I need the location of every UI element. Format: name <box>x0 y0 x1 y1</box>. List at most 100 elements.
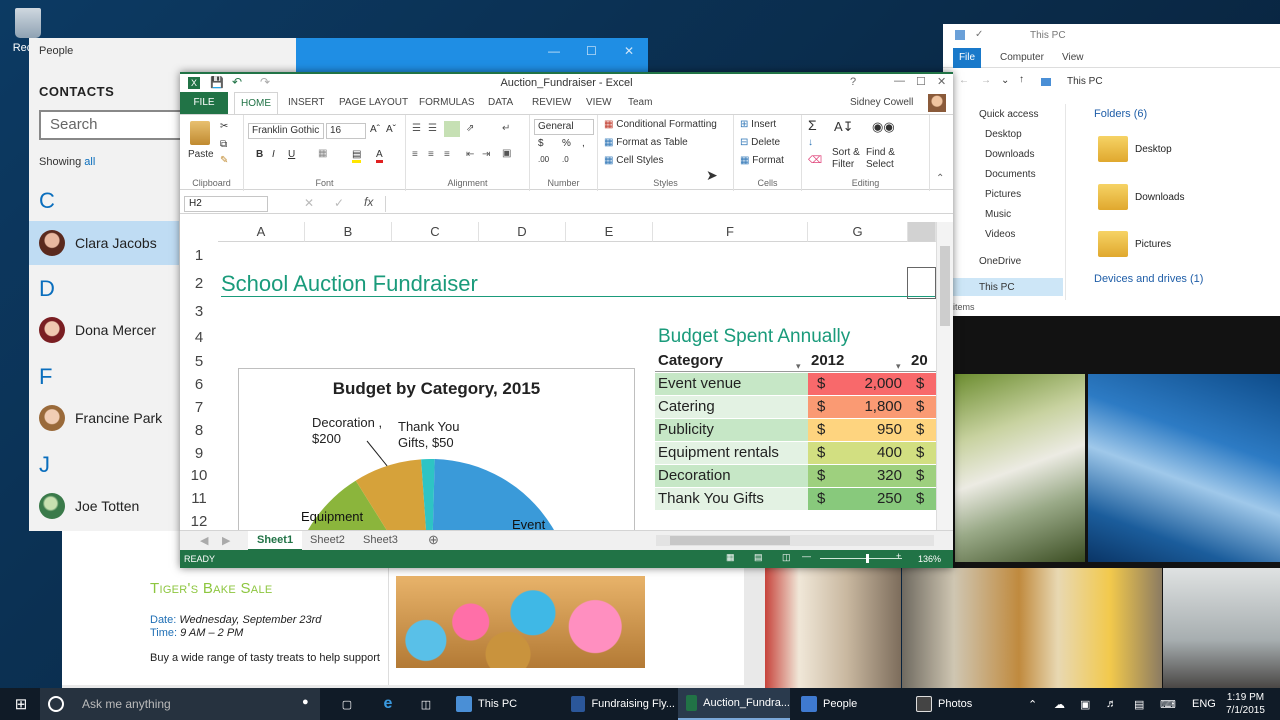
conditional-formatting-button[interactable]: ▦ Conditional Formatting <box>604 119 717 130</box>
align-center-icon[interactable]: ≡ <box>428 149 434 160</box>
sheet-tab-1[interactable]: Sheet1 <box>248 531 303 551</box>
user-name[interactable]: Sidney Cowell <box>850 97 913 108</box>
row-header[interactable]: 4 <box>180 326 218 349</box>
zoom-in-icon[interactable]: + <box>896 551 901 561</box>
forward-icon[interactable]: → <box>981 75 991 86</box>
table-cell-amount[interactable]: 2,000 <box>808 373 902 395</box>
folder-pictures[interactable]: Pictures <box>1135 239 1171 250</box>
taskbar-app-word[interactable]: Fundraising Fly... <box>563 688 675 720</box>
row-header[interactable]: 9 <box>180 442 218 465</box>
table-cell-amount[interactable]: 320 <box>808 465 902 487</box>
binoculars-icon[interactable]: ◉◉ <box>872 119 895 135</box>
nav-this-pc[interactable]: This PC <box>953 278 1063 296</box>
save-icon[interactable]: ✓ <box>975 29 983 40</box>
photos-window[interactable] <box>765 316 1280 688</box>
row-header[interactable]: 10 <box>180 464 218 487</box>
row-header[interactable]: 12 <box>180 510 218 532</box>
column-header-d[interactable]: D <box>479 222 566 242</box>
nav-quick-access[interactable]: Quick access <box>979 109 1038 120</box>
number-format-select[interactable]: General <box>534 119 594 135</box>
table-cell-amount[interactable]: 400 <box>808 442 902 464</box>
task-view-icon[interactable]: ▢ <box>338 688 356 720</box>
column-header-b[interactable]: B <box>305 222 392 242</box>
contact-francine-park[interactable]: Francine Park <box>29 396 179 440</box>
devices-header[interactable]: Devices and drives (1) <box>1094 273 1203 285</box>
shrink-font-icon[interactable]: Aˇ <box>386 124 396 135</box>
clear-icon[interactable]: ⌫ <box>808 155 822 166</box>
paste-icon[interactable] <box>190 121 210 145</box>
select-label[interactable]: Select <box>866 159 894 170</box>
show-hidden-icons-chevron-icon[interactable]: ⌃ <box>1028 688 1037 720</box>
increase-indent-icon[interactable]: ⇥ <box>482 149 490 160</box>
row-header[interactable]: 2 <box>180 272 218 295</box>
zoom-slider-thumb[interactable] <box>866 554 869 563</box>
find-label[interactable]: Find & <box>866 147 895 158</box>
filter-label[interactable]: Filter <box>832 159 854 170</box>
page-layout-view-icon[interactable]: ▤ <box>754 552 763 563</box>
comma-icon[interactable]: , <box>582 138 585 149</box>
underline-icon[interactable]: U <box>288 149 295 160</box>
format-as-table-button[interactable]: ▦ Format as Table <box>604 137 688 148</box>
vertical-scrollbar[interactable] <box>936 222 953 530</box>
table-cell-category[interactable]: Catering <box>655 396 808 418</box>
scrollbar-thumb[interactable] <box>940 246 950 326</box>
taskbar-app-people[interactable]: People <box>793 688 905 720</box>
table-header-next[interactable]: 20 <box>908 350 936 372</box>
tab-file[interactable]: File <box>953 48 981 68</box>
table-cell-next[interactable]: $ <box>908 373 936 395</box>
action-center-icon[interactable]: ▤ <box>1134 688 1144 720</box>
row-header[interactable]: 5 <box>180 350 218 373</box>
row-header[interactable]: 6 <box>180 373 218 396</box>
normal-view-icon[interactable]: ▦ <box>726 552 735 563</box>
insert-cells-button[interactable]: ⊞ Insert <box>740 119 776 130</box>
table-cell-next[interactable]: $ <box>908 465 936 487</box>
taskbar-app-this-pc[interactable]: This PC <box>448 688 560 720</box>
back-icon[interactable]: ← <box>959 75 969 86</box>
pie-slice-event[interactable] <box>431 459 573 532</box>
cancel-formula-icon[interactable]: ✕ <box>304 196 314 210</box>
fill-color-icon[interactable]: ▤ <box>352 149 362 163</box>
table-header-category[interactable]: Category <box>655 350 808 372</box>
sort-label[interactable]: Sort & <box>832 147 860 158</box>
onedrive-tray-icon[interactable]: ☁ <box>1054 688 1065 720</box>
avatar[interactable] <box>928 94 946 112</box>
bottom-align-icon[interactable] <box>444 121 460 137</box>
network-icon[interactable]: ▣ <box>1080 688 1090 720</box>
table-cell-amount[interactable]: 1,800 <box>808 396 902 418</box>
decrease-decimal-icon[interactable]: .0 <box>562 155 569 164</box>
taskbar-app-excel[interactable]: Auction_Fundra... <box>678 688 790 720</box>
decrease-indent-icon[interactable]: ⇤ <box>466 149 474 160</box>
history-chevron-icon[interactable]: ⌄ <box>1001 75 1009 86</box>
tab-view[interactable]: VIEW <box>586 97 612 108</box>
copy-icon[interactable]: ⧉ <box>220 139 227 150</box>
percent-icon[interactable]: % <box>562 138 571 149</box>
zoom-out-icon[interactable]: — <box>802 551 811 561</box>
letter-header-c[interactable]: C <box>39 188 55 214</box>
contact-joe-totten[interactable]: Joe Totten <box>29 484 179 528</box>
format-cells-button[interactable]: ▦ Format <box>740 155 784 166</box>
formula-input[interactable] <box>385 196 947 212</box>
keyboard-icon[interactable]: ⌨ <box>1160 688 1176 720</box>
page-break-view-icon[interactable]: ◫ <box>782 552 791 563</box>
table-header-2012[interactable]: 2012 <box>808 350 908 372</box>
add-sheet-icon[interactable]: ⊕ <box>428 532 439 548</box>
enter-formula-icon[interactable]: ✓ <box>334 196 344 210</box>
format-painter-icon[interactable]: ✎ <box>220 155 228 166</box>
table-cell-next[interactable]: $ <box>908 442 936 464</box>
tab-team[interactable]: Team <box>628 97 652 108</box>
horizontal-scrollbar-thumb[interactable] <box>670 536 790 545</box>
middle-align-icon[interactable]: ☰ <box>428 123 437 134</box>
nav-desktop[interactable]: Desktop <box>985 129 1022 140</box>
sheet-tab-2[interactable]: Sheet2 <box>310 534 345 546</box>
photo-dog[interactable] <box>1163 568 1280 688</box>
column-header-a[interactable]: A <box>218 222 305 242</box>
taskbar-app-photos[interactable]: Photos <box>908 688 1020 720</box>
maximize-icon[interactable]: ☐ <box>916 75 926 88</box>
table-cell-amount[interactable]: 250 <box>808 488 902 510</box>
photo-jars[interactable] <box>902 568 1162 688</box>
clock[interactable]: 1:19 PM 7/1/2015 <box>1226 688 1265 720</box>
help-icon[interactable]: ? <box>850 76 856 88</box>
row-header[interactable]: 7 <box>180 396 218 419</box>
row-header[interactable]: 8 <box>180 419 218 442</box>
table-cell-category[interactable]: Equipment rentals <box>655 442 808 464</box>
